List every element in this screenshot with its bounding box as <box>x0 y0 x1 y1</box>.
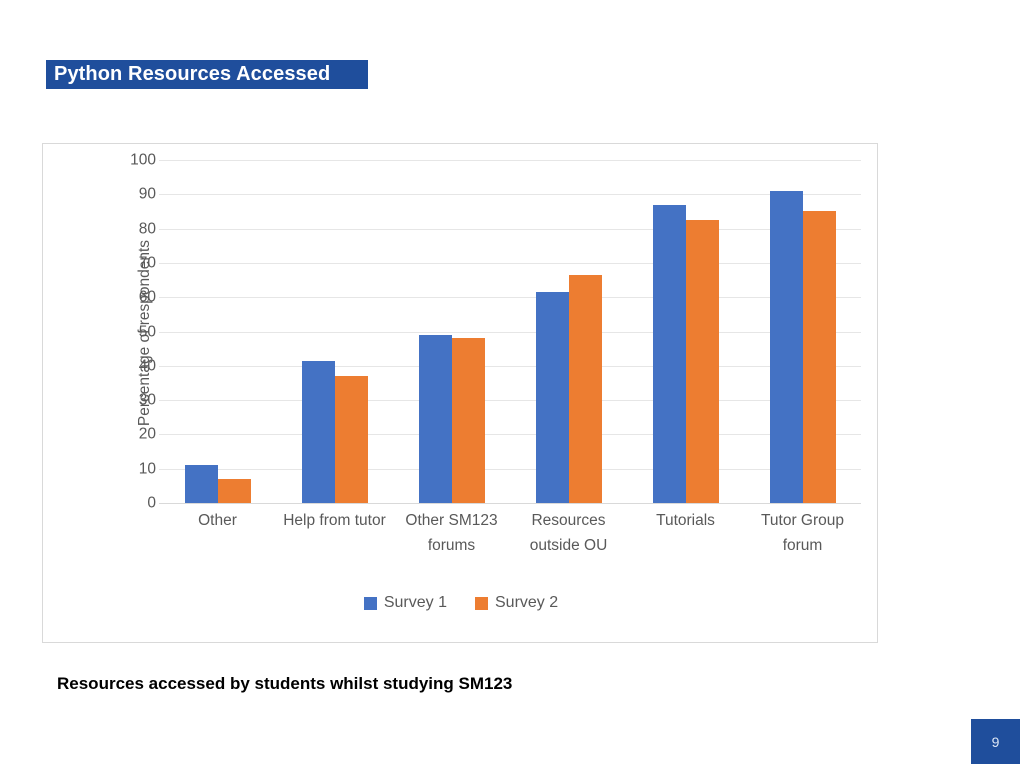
bar-group <box>276 160 393 503</box>
legend-item[interactable]: Survey 1 <box>363 594 447 612</box>
x-axis-label: Tutor Group forum <box>761 512 844 554</box>
x-axis-label: Other <box>198 512 237 529</box>
plot-area <box>159 160 861 504</box>
bar-1 <box>535 292 569 503</box>
x-axis-label: Resources outside OU <box>529 512 608 554</box>
y-axis-tick-label: 20 <box>138 425 156 443</box>
x-axis-label: Help from tutor <box>283 512 386 529</box>
y-axis-tick-label: 10 <box>138 459 156 477</box>
bar-1 <box>184 465 218 503</box>
axis-baseline <box>159 503 861 504</box>
page-number-badge: 9 <box>971 719 1020 764</box>
bar-2 <box>568 274 602 503</box>
legend-swatch-icon <box>475 596 488 610</box>
y-axis-tick-label: 60 <box>138 288 156 306</box>
chart-container: Percentage of respondents 100 90 80 70 60 50 4… <box>42 143 878 643</box>
chart-caption: Resources accessed by students whilst st… <box>57 674 513 693</box>
legend-label: Survey 2 <box>495 594 559 611</box>
legend-swatch-icon <box>363 596 377 610</box>
bar-1 <box>769 190 803 503</box>
bar-1 <box>301 360 335 503</box>
x-axis-category-labels: Other Help from tutor Other SM123 forums Re… <box>159 509 861 559</box>
bar-group <box>510 160 627 503</box>
bar-1 <box>652 204 686 503</box>
bar-group <box>744 160 861 503</box>
bar-2 <box>685 220 719 503</box>
bar-2 <box>217 479 251 503</box>
page-number: 9 <box>991 733 1000 750</box>
y-axis-tick-label: 80 <box>138 219 156 237</box>
y-axis-tick-labels: 100 90 80 70 60 50 40 30 20 10 0 <box>98 152 156 510</box>
chart-legend: Survey 1 Survey 2 <box>43 594 879 612</box>
y-axis-tick-label: 100 <box>130 151 156 169</box>
bar-group <box>393 160 510 503</box>
legend-item[interactable]: Survey 2 <box>475 594 558 612</box>
bar-group <box>159 160 276 503</box>
bar-2 <box>802 211 836 503</box>
page-title: Python Resources Accessed <box>54 63 331 85</box>
legend-label: Survey 1 <box>383 594 447 611</box>
bar-1 <box>418 334 452 503</box>
bar-series-layer <box>159 160 861 503</box>
y-axis-tick-label: 50 <box>138 322 156 340</box>
y-axis-tick-label: 0 <box>147 494 156 512</box>
bar-group <box>627 160 744 503</box>
bar-2 <box>451 338 485 503</box>
slide-title-banner: Python Resources Accessed <box>46 60 368 89</box>
y-axis-tick-label: 40 <box>138 357 156 375</box>
bar-2 <box>334 376 368 503</box>
y-axis-tick-label: 90 <box>138 185 156 203</box>
x-axis-label: Other SM123 forums <box>405 512 498 554</box>
x-axis-label: Tutorials <box>656 512 715 529</box>
y-axis-tick-label: 30 <box>138 391 156 409</box>
y-axis-tick-label: 70 <box>138 254 156 272</box>
